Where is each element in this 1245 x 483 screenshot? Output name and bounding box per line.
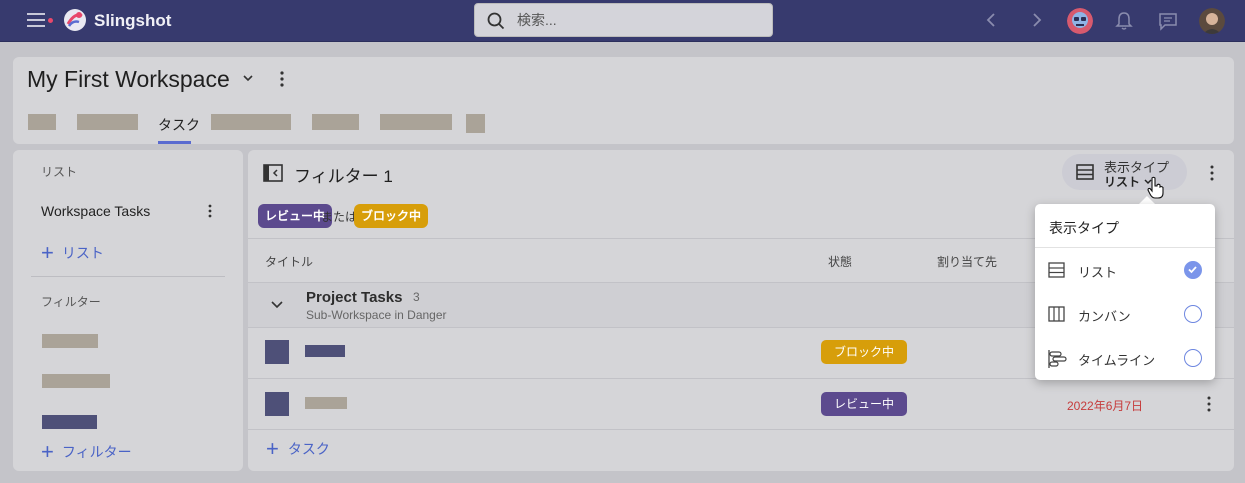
tab-redacted[interactable]: [380, 114, 452, 130]
view-option-kanban[interactable]: カンバン: [1035, 292, 1215, 336]
sidebar-item-workspace-tasks[interactable]: Workspace Tasks: [41, 203, 150, 219]
view-type-value: リスト: [1104, 173, 1153, 190]
task-checkbox[interactable]: [265, 392, 289, 416]
workspace-header: My First Workspace タスク: [13, 57, 1234, 144]
timeline-icon: [1048, 350, 1067, 368]
top-bar: Slingshot: [0, 0, 1245, 42]
forward-arrow-icon[interactable]: [1028, 11, 1046, 29]
row-more-icon[interactable]: [1205, 395, 1213, 413]
task-name-redacted[interactable]: [305, 397, 347, 409]
plus-icon: +: [41, 439, 54, 464]
column-header-title[interactable]: タイトル: [265, 253, 313, 270]
tab-redacted[interactable]: [77, 114, 138, 130]
due-date[interactable]: 2022年6月7日: [1067, 397, 1143, 414]
add-list-button[interactable]: + リスト: [41, 240, 104, 265]
list-view-icon: [1076, 164, 1094, 180]
column-header-assignee[interactable]: 割り当て先: [937, 253, 997, 270]
group-title[interactable]: Project Tasks: [306, 289, 402, 306]
search-icon: [487, 12, 505, 30]
sidebar: リスト Workspace Tasks + リスト フィルター + フィルター: [13, 150, 243, 471]
filter-item-redacted[interactable]: [42, 334, 98, 348]
bell-icon[interactable]: [1113, 10, 1135, 32]
check-icon: [1188, 266, 1197, 274]
option-label: リスト: [1078, 265, 1118, 280]
tab-redacted[interactable]: [466, 114, 485, 133]
hand-cursor-icon: [1147, 176, 1164, 199]
option-label: タイムライン: [1078, 353, 1156, 368]
add-filter-button[interactable]: + フィルター: [41, 439, 132, 464]
lists-heading: リスト: [41, 165, 78, 179]
view-option-timeline[interactable]: タイムライン: [1035, 336, 1215, 380]
tab-tasks[interactable]: タスク: [158, 115, 200, 135]
chat-icon[interactable]: [1157, 10, 1179, 32]
list-icon: [1048, 262, 1065, 278]
add-list-label: リスト: [61, 245, 104, 261]
group-subtitle: Sub-Workspace in Danger: [306, 308, 447, 322]
radio-unchecked[interactable]: [1184, 349, 1202, 367]
chevron-down-icon[interactable]: [270, 300, 284, 310]
filter-item-active-redacted[interactable]: [42, 415, 97, 429]
view-type-dropdown: 表示タイプ リスト カンバン タイムライン: [1035, 204, 1215, 380]
filter-chip-blocked[interactable]: ブロック中: [354, 204, 429, 228]
add-filter-label: フィルター: [61, 444, 132, 460]
task-name-redacted[interactable]: [305, 345, 345, 357]
option-label: カンバン: [1078, 309, 1131, 324]
filters-heading: フィルター: [41, 295, 101, 309]
back-arrow-icon[interactable]: [982, 11, 1000, 29]
task-checkbox[interactable]: [265, 340, 289, 364]
divider: [31, 276, 225, 277]
radio-unchecked[interactable]: [1184, 305, 1202, 323]
divider: [248, 429, 1234, 430]
filter-title: フィルター 1: [294, 167, 393, 186]
tab-redacted[interactable]: [312, 114, 359, 130]
status-badge[interactable]: レビュー中: [821, 392, 907, 416]
bot-avatar-icon[interactable]: [1067, 8, 1093, 34]
view-option-list[interactable]: リスト: [1035, 248, 1215, 292]
workspace-title[interactable]: My First Workspace: [27, 66, 230, 93]
notification-dot: [48, 18, 53, 23]
search-input[interactable]: [517, 10, 757, 30]
brand-name: Slingshot: [94, 11, 172, 30]
list-more-icon[interactable]: [205, 203, 215, 219]
kanban-icon: [1048, 306, 1065, 322]
user-avatar[interactable]: [1199, 8, 1225, 34]
tab-redacted[interactable]: [28, 114, 56, 130]
main-more-icon[interactable]: [1208, 164, 1216, 182]
active-tab-indicator: [158, 141, 191, 144]
plus-icon: +: [266, 436, 279, 461]
column-header-status[interactable]: 状態: [828, 253, 852, 270]
chip-connector: または: [321, 210, 358, 224]
slingshot-logo: [64, 9, 86, 31]
dropdown-title: 表示タイプ: [1049, 220, 1119, 236]
add-task-label: タスク: [287, 441, 330, 457]
workspace-more-icon[interactable]: [275, 69, 289, 89]
chevron-down-icon[interactable]: [242, 73, 254, 83]
collapse-sidebar-icon[interactable]: [263, 164, 283, 182]
plus-icon: +: [41, 240, 54, 265]
filter-item-redacted[interactable]: [42, 374, 110, 388]
status-badge[interactable]: ブロック中: [821, 340, 907, 364]
view-type-button[interactable]: 表示タイプ リスト: [1062, 154, 1187, 190]
view-type-current: リスト: [1104, 175, 1141, 189]
tab-redacted[interactable]: [211, 114, 291, 130]
group-count: 3: [413, 290, 420, 304]
search-box[interactable]: [474, 3, 773, 37]
hamburger-menu-icon[interactable]: [27, 13, 45, 27]
add-task-button[interactable]: + タスク: [266, 436, 330, 461]
radio-checked[interactable]: [1184, 261, 1202, 279]
